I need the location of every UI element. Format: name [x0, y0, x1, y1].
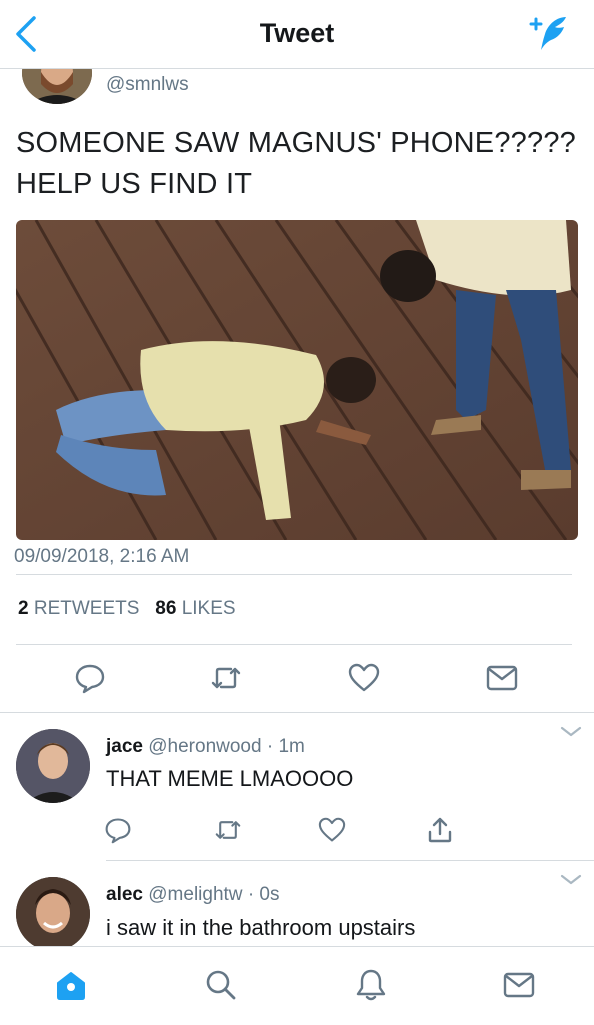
divider — [16, 644, 572, 645]
header-bar: Tweet — [0, 0, 594, 69]
author-handle[interactable]: @smnlws — [106, 74, 189, 96]
notifications-icon — [356, 969, 386, 1001]
compose-tweet-icon — [529, 17, 566, 50]
reply-retweet-button[interactable] — [208, 810, 248, 850]
tab-home[interactable] — [48, 962, 94, 1008]
reply-icon — [75, 664, 105, 694]
reply-text: THAT MEME LMAOOOO — [106, 766, 354, 791]
reply-menu-button[interactable] — [558, 724, 584, 740]
reply-like-button[interactable] — [312, 810, 352, 850]
chevron-down-icon — [560, 874, 582, 885]
reply-text: i saw it in the bathroom upstairs — [106, 915, 416, 940]
direct-message-button[interactable] — [482, 658, 522, 698]
home-icon — [57, 972, 85, 1000]
search-icon — [206, 970, 236, 1000]
reply-author[interactable]: jace @heronwood · 1m — [106, 736, 305, 758]
likes-label[interactable]: LIKES — [182, 598, 236, 619]
tweet-stats: 2 RETWEETS 86 LIKES — [18, 598, 236, 620]
like-icon — [348, 663, 380, 692]
reply-icon — [105, 818, 131, 844]
reply-menu-button[interactable] — [558, 872, 584, 888]
reply-button[interactable] — [70, 658, 110, 698]
reply-author-handle[interactable]: @melightw — [148, 884, 242, 905]
reply-separator: · — [247, 884, 255, 905]
share-icon — [428, 817, 452, 843]
reply-time: 1m — [278, 736, 305, 757]
reply-author[interactable]: alec @melightw · 0s — [106, 884, 280, 906]
tab-search[interactable] — [198, 962, 244, 1008]
reply-avatar[interactable] — [16, 877, 90, 951]
retweets-label[interactable]: RETWEETS — [34, 598, 140, 619]
like-icon — [318, 817, 346, 842]
tab-messages[interactable] — [496, 962, 542, 1008]
tweet-timestamp: 09/09/2018, 2:16 AM — [14, 546, 190, 567]
messages-icon — [503, 972, 535, 998]
bottom-tab-bar — [0, 946, 594, 1025]
like-button[interactable] — [344, 658, 384, 698]
reply-avatar[interactable] — [16, 729, 90, 803]
reply-share-button[interactable] — [420, 810, 460, 850]
tab-notifications[interactable] — [348, 962, 394, 1008]
compose-tweet-button[interactable] — [526, 12, 572, 54]
page-title: Tweet — [259, 18, 335, 48]
divider — [16, 574, 572, 575]
reply-separator: · — [266, 736, 274, 757]
retweet-button[interactable] — [206, 658, 246, 698]
chevron-down-icon — [560, 726, 582, 737]
direct-message-icon — [486, 665, 518, 691]
retweet-icon — [215, 821, 241, 839]
reply-author-name[interactable]: jace — [106, 736, 143, 757]
reply-author-handle[interactable]: @heronwood — [148, 736, 261, 757]
reply-author-name[interactable]: alec — [106, 884, 143, 905]
divider — [106, 860, 594, 861]
divider — [0, 712, 594, 713]
reply-reply-button[interactable] — [98, 810, 138, 850]
retweets-count[interactable]: 2 — [18, 598, 29, 619]
tweet-text: SOMEONE SAW MAGNUS' PHONE????? HELP US F… — [16, 127, 576, 200]
tweet-photo[interactable] — [16, 220, 578, 540]
likes-count[interactable]: 86 — [155, 598, 176, 619]
reply-time: 0s — [259, 884, 280, 905]
retweet-icon — [211, 667, 241, 689]
